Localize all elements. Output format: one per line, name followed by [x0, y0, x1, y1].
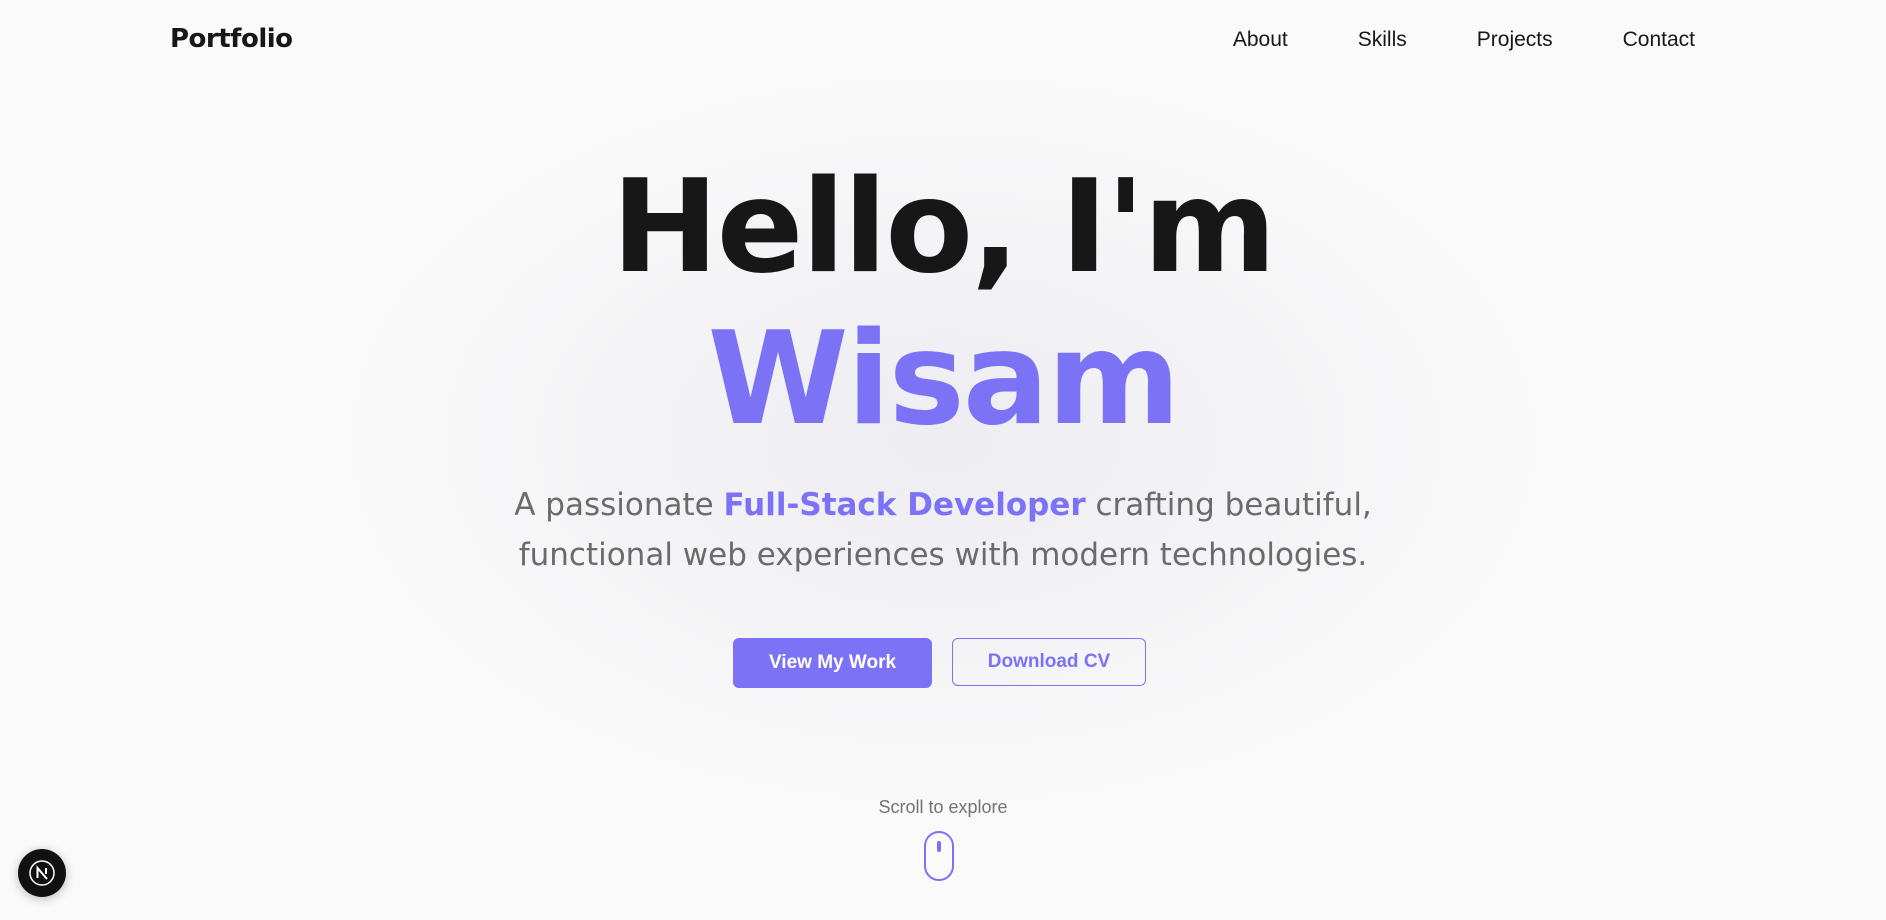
scroll-hint-label: Scroll to explore — [878, 797, 1008, 817]
hero-subtitle: A passionate Full-Stack Developer crafti… — [443, 480, 1443, 580]
nav-links: About Skills Projects Contact — [1233, 28, 1695, 52]
nav-link-projects[interactable]: Projects — [1477, 28, 1553, 52]
nav-link-contact[interactable]: Contact — [1623, 28, 1695, 52]
download-cv-button[interactable]: Download CV — [952, 638, 1146, 686]
subtitle-role-highlight: Full-Stack Developer — [723, 487, 1086, 523]
nav-link-about[interactable]: About — [1233, 28, 1288, 52]
hero-cta-group: View My Work Download CV — [733, 638, 1146, 688]
site-logo[interactable]: Portfolio — [170, 24, 293, 54]
hero-title-greeting: Hello, I'm — [611, 153, 1277, 302]
subtitle-intro: A passionate — [514, 487, 724, 523]
hero-title-name: Wisam — [707, 305, 1181, 454]
top-navbar: Portfolio About Skills Projects Contact — [0, 0, 1886, 86]
view-my-work-button[interactable]: View My Work — [733, 638, 932, 688]
nextjs-logo-icon[interactable] — [18, 849, 66, 897]
mouse-scroll-icon[interactable] — [924, 831, 954, 881]
nav-link-skills[interactable]: Skills — [1358, 28, 1407, 52]
